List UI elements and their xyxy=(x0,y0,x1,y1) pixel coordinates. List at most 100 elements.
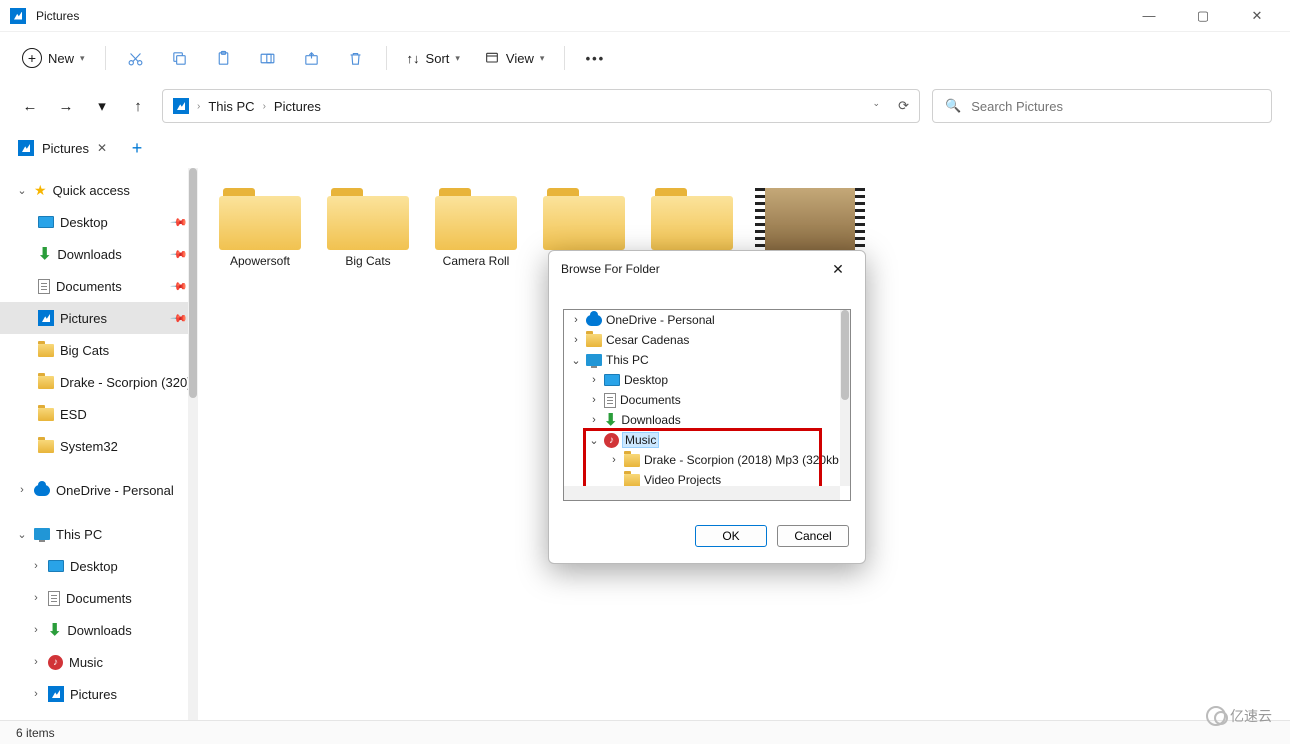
chevron-right-icon: › xyxy=(588,374,600,386)
sidebar-onedrive[interactable]: ›OneDrive - Personal xyxy=(0,474,198,506)
tree-label: This PC xyxy=(606,353,649,367)
folder-apowersoft[interactable]: Apowersoft xyxy=(208,188,312,268)
sidebar-pc-desktop[interactable]: ›Desktop xyxy=(0,550,198,582)
tree-scrollbar[interactable] xyxy=(840,310,850,486)
recent-locations-dropdown[interactable]: ⌄ xyxy=(873,98,881,114)
tree-documents[interactable]: ›Documents xyxy=(564,390,850,410)
sort-label: Sort xyxy=(426,51,450,66)
dialog-title: Browse For Folder xyxy=(561,262,660,276)
rename-button[interactable] xyxy=(248,40,288,76)
ok-button[interactable]: OK xyxy=(695,525,767,547)
folder-icon xyxy=(219,188,301,250)
status-bar: 6 items xyxy=(0,720,1290,744)
browse-folder-dialog: Browse For Folder ✕ ›OneDrive - Personal… xyxy=(548,250,866,564)
sidebar-item-desktop[interactable]: Desktop📌 xyxy=(0,206,198,238)
tab-pictures[interactable]: Pictures ✕ xyxy=(8,134,117,162)
tree-label: Drake - Scorpion (2018) Mp3 (320kb xyxy=(644,453,839,467)
add-tab-button[interactable]: + xyxy=(123,134,151,162)
copy-button[interactable] xyxy=(160,40,200,76)
tree-music[interactable]: ⌄♪Music xyxy=(564,430,850,450)
search-box[interactable]: 🔍 xyxy=(932,89,1272,123)
sort-icon: ↑↓ xyxy=(407,51,420,66)
tree-onedrive[interactable]: ›OneDrive - Personal xyxy=(564,310,850,330)
search-input[interactable] xyxy=(971,99,1259,114)
document-icon xyxy=(48,591,60,606)
sidebar-pc-music[interactable]: ›♪Music xyxy=(0,646,198,678)
address-bar[interactable]: › This PC › Pictures ⌄ ⟳ xyxy=(162,89,920,123)
tree-desktop[interactable]: › Desktop xyxy=(564,370,850,390)
tree-downloads[interactable]: ›⬇Downloads xyxy=(564,410,850,430)
refresh-button[interactable]: ⟳ xyxy=(898,98,909,114)
folder-icon xyxy=(624,454,640,467)
pin-icon: 📌 xyxy=(170,213,189,232)
new-button[interactable]: + New ▾ xyxy=(16,40,95,76)
sidebar-item-label: System32 xyxy=(60,439,118,454)
sidebar-item-documents[interactable]: Documents📌 xyxy=(0,270,198,302)
forward-button[interactable]: → xyxy=(54,94,78,118)
tree-label: Music xyxy=(623,433,658,447)
sidebar-item-esd[interactable]: ESD xyxy=(0,398,198,430)
tree-hscrollbar[interactable] xyxy=(564,486,840,500)
chevron-right-icon: › xyxy=(16,484,28,496)
sidebar-pc-pictures[interactable]: ›Pictures xyxy=(0,678,198,710)
folder-icon xyxy=(38,344,54,357)
chevron-down-icon: ▾ xyxy=(80,53,85,64)
address-actions: ⌄ ⟳ xyxy=(873,98,909,114)
tree-label: Documents xyxy=(620,393,681,407)
close-button[interactable]: ✕ xyxy=(1234,0,1280,32)
pc-icon xyxy=(34,528,50,540)
more-button[interactable]: ••• xyxy=(575,40,615,76)
dialog-close-button[interactable]: ✕ xyxy=(823,254,853,284)
dialog-folder-tree[interactable]: ›OneDrive - Personal ›Cesar Cadenas ⌄Thi… xyxy=(563,309,851,501)
sidebar-item-pictures[interactable]: Pictures📌 xyxy=(0,302,198,334)
sidebar-item-system32[interactable]: System32 xyxy=(0,430,198,462)
titlebar: Pictures — ▢ ✕ xyxy=(0,0,1290,32)
chevron-right-icon: › xyxy=(30,624,42,636)
history-dropdown[interactable]: ▾ xyxy=(90,94,114,118)
minimize-button[interactable]: — xyxy=(1126,0,1172,32)
chevron-right-icon: › xyxy=(30,688,42,700)
new-label: New xyxy=(48,51,74,66)
sidebar-item-drake[interactable]: Drake - Scorpion (320) xyxy=(0,366,198,398)
download-icon: ⬇ xyxy=(48,620,61,640)
chevron-down-icon: ▾ xyxy=(540,53,545,64)
pictures-icon xyxy=(38,310,54,326)
sidebar-item-label: This PC xyxy=(56,527,102,542)
folder-icon xyxy=(38,440,54,453)
cancel-button[interactable]: Cancel xyxy=(777,525,849,547)
sidebar-item-downloads[interactable]: ⬇Downloads📌 xyxy=(0,238,198,270)
tree-user[interactable]: ›Cesar Cadenas xyxy=(564,330,850,350)
desktop-icon xyxy=(604,374,620,386)
sidebar-scrollbar[interactable] xyxy=(188,168,198,726)
share-button[interactable] xyxy=(292,40,332,76)
sidebar-quick-access[interactable]: ⌄ ★ Quick access xyxy=(0,174,198,206)
chevron-right-icon: › xyxy=(588,414,600,426)
cut-button[interactable] xyxy=(116,40,156,76)
sidebar-pc-downloads[interactable]: ›⬇Downloads xyxy=(0,614,198,646)
breadcrumb-this-pc[interactable]: This PC xyxy=(208,99,254,114)
dialog-titlebar: Browse For Folder ✕ xyxy=(549,251,865,287)
delete-button[interactable] xyxy=(336,40,376,76)
sidebar-item-label: Downloads xyxy=(57,247,121,262)
sidebar-item-bigcats[interactable]: Big Cats xyxy=(0,334,198,366)
view-button[interactable]: View ▾ xyxy=(474,40,554,76)
location-icon xyxy=(173,98,189,114)
back-button[interactable]: ← xyxy=(18,94,42,118)
sidebar: ⌄ ★ Quick access Desktop📌 ⬇Downloads📌 Do… xyxy=(0,168,198,726)
tree-this-pc[interactable]: ⌄This PC xyxy=(564,350,850,370)
sort-button[interactable]: ↑↓ Sort ▾ xyxy=(397,40,470,76)
sidebar-this-pc[interactable]: ⌄This PC xyxy=(0,518,198,550)
folder-cameraroll[interactable]: Camera Roll xyxy=(424,188,528,268)
maximize-button[interactable]: ▢ xyxy=(1180,0,1226,32)
tree-drake[interactable]: ›Drake - Scorpion (2018) Mp3 (320kb xyxy=(564,450,850,470)
up-button[interactable]: ↑ xyxy=(126,94,150,118)
tab-close-button[interactable]: ✕ xyxy=(97,141,107,155)
folder-icon xyxy=(327,188,409,250)
folder-bigcats[interactable]: Big Cats xyxy=(316,188,420,268)
paste-button[interactable] xyxy=(204,40,244,76)
tree-label: Desktop xyxy=(624,373,668,387)
star-icon: ★ xyxy=(34,182,47,199)
breadcrumb-pictures[interactable]: Pictures xyxy=(274,99,321,114)
sidebar-pc-documents[interactable]: ›Documents xyxy=(0,582,198,614)
app-icon xyxy=(10,8,26,24)
